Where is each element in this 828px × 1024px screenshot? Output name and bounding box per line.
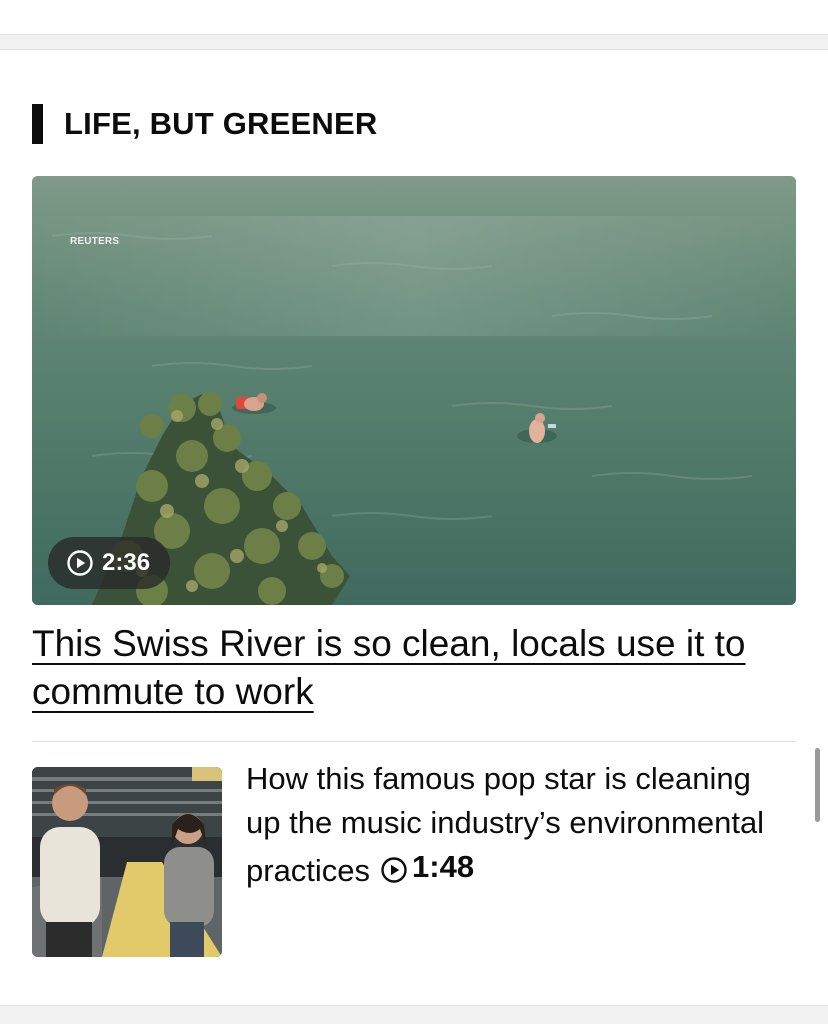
video-duration: 2:36 (102, 549, 151, 576)
hero-headline-link[interactable]: This Swiss River is so clean, locals use… (32, 620, 796, 716)
story-duration: 1:48 (412, 849, 475, 884)
video-duration-badge[interactable]: 2:36 (48, 537, 171, 589)
top-band (0, 0, 828, 34)
section-header: LIFE, BUT GREENER (32, 104, 377, 144)
section-divider-top (0, 34, 828, 50)
story-headline: How this famous pop star is cleaning up … (246, 757, 776, 893)
story-thumbnail (32, 767, 222, 957)
story-divider (32, 741, 796, 742)
story-duration-badge: 1:48 (370, 845, 474, 889)
source-credit: REUTERS (70, 236, 120, 247)
scrollbar-thumb[interactable] (815, 748, 820, 822)
section-divider-bottom (0, 1005, 828, 1024)
section-title: LIFE, BUT GREENER (64, 106, 378, 141)
play-circle-icon (67, 550, 93, 576)
section-accent-bar (32, 104, 43, 144)
play-circle-icon (381, 857, 407, 883)
arena-scene-image (32, 767, 222, 957)
hero-video-thumbnail[interactable]: REUTERS 2:36 (32, 176, 796, 605)
story-headline-text: How this famous pop star is cleaning up … (246, 761, 765, 888)
story-card[interactable]: How this famous pop star is cleaning up … (32, 761, 796, 957)
